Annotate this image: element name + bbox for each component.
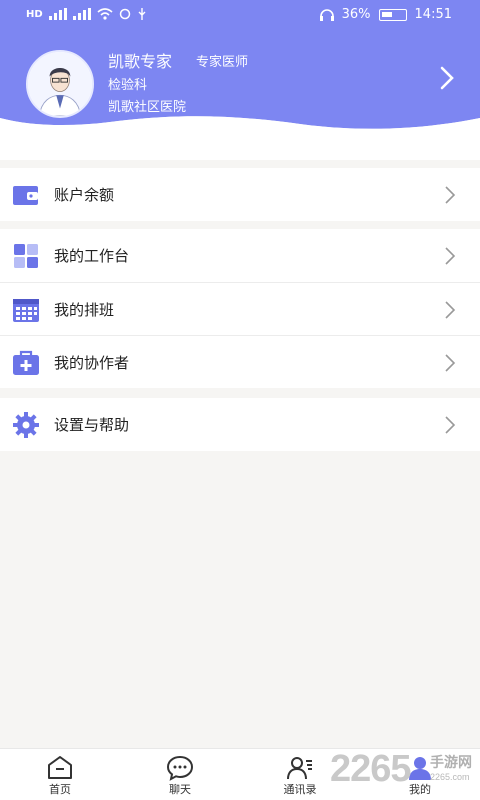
grid-icon	[14, 244, 38, 268]
wallet-icon	[13, 186, 38, 205]
menu-label-settings: 设置与帮助	[54, 416, 130, 434]
tab-label-chat: 聊天	[169, 783, 191, 796]
chevron-right-icon	[445, 301, 456, 319]
doctor-name: 凯歌专家	[108, 52, 173, 71]
tab-contacts[interactable]: 通讯录	[260, 749, 340, 800]
doctor-department: 检验科	[108, 78, 148, 93]
signal-icon-2	[72, 8, 91, 20]
chevron-right-icon	[445, 186, 456, 204]
chevron-right-icon	[445, 416, 456, 434]
sync-icon	[119, 8, 130, 20]
balance-section: 账户余额	[0, 168, 480, 221]
chevron-right-icon	[445, 247, 456, 265]
menu-label-collaborators: 我的协作者	[54, 354, 130, 372]
calendar-icon	[13, 299, 39, 322]
wifi-icon	[97, 8, 113, 20]
home-icon	[48, 756, 72, 779]
tab-label-home: 首页	[49, 783, 71, 796]
menu-item-schedule[interactable]: 我的排班	[0, 282, 480, 335]
profile-chevron-right-icon[interactable]	[436, 64, 458, 92]
headphones-icon	[319, 8, 334, 21]
battery-percent: 36%	[341, 7, 371, 22]
menu-label-schedule: 我的排班	[54, 301, 115, 319]
contacts-icon	[287, 757, 312, 780]
profile-header: HD 36% 14:51 凯歌专家 专家医师 检验科 凯歌社区医院	[0, 0, 480, 160]
doctor-avatar-image	[28, 52, 92, 116]
chat-icon	[166, 755, 194, 781]
menu-item-balance[interactable]: 账户余额	[0, 168, 480, 221]
tab-home[interactable]: 首页	[20, 749, 100, 800]
menu-item-workbench[interactable]: 我的工作台	[0, 229, 480, 282]
doctor-title: 专家医师	[196, 55, 249, 70]
tab-chat[interactable]: 聊天	[140, 749, 220, 800]
menu-label-balance: 账户余额	[54, 186, 115, 204]
avatar[interactable]	[26, 50, 94, 118]
battery-icon	[378, 8, 407, 21]
watermark-url: 2265.com	[430, 772, 470, 782]
clock: 14:51	[414, 7, 452, 22]
watermark-text: 手游网	[430, 755, 472, 771]
medical-kit-icon	[13, 350, 39, 375]
settings-section: 设置与帮助	[0, 398, 480, 451]
signal-icon	[48, 8, 67, 20]
menu-label-workbench: 我的工作台	[54, 247, 130, 265]
watermark: 2265 手游网 2265.com	[330, 748, 480, 800]
status-bar: HD 36% 14:51	[0, 0, 480, 32]
chevron-right-icon	[445, 354, 456, 372]
menu-item-settings[interactable]: 设置与帮助	[0, 398, 480, 451]
menu-item-collaborators[interactable]: 我的协作者	[0, 335, 480, 388]
watermark-number: 2265	[330, 748, 412, 790]
network-label: HD	[26, 8, 43, 20]
gear-icon	[13, 412, 39, 438]
work-section: 我的工作台 我的排班 我的协作者	[0, 229, 480, 388]
tab-label-contacts: 通讯录	[283, 783, 317, 796]
usb-icon	[138, 8, 146, 20]
doctor-hospital: 凯歌社区医院	[108, 100, 187, 115]
